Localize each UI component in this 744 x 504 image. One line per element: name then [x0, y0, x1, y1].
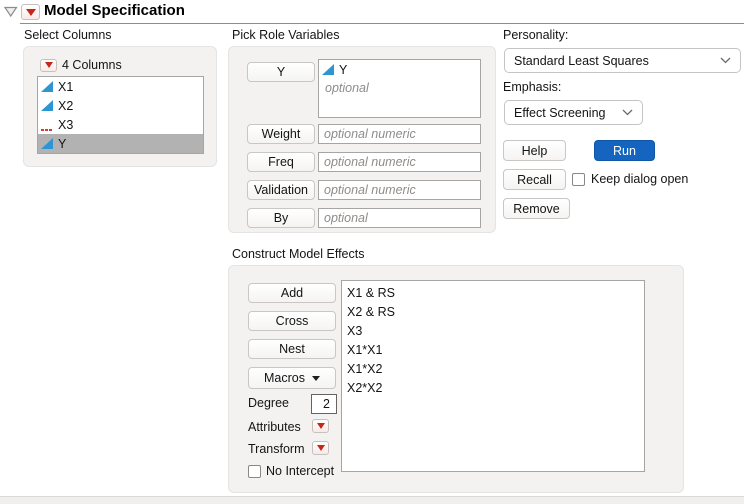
continuous-icon — [41, 80, 54, 93]
continuous-icon — [322, 63, 335, 76]
red-triangle-icon — [317, 423, 325, 429]
role-row: By — [247, 208, 481, 228]
attributes-menu-button[interactable] — [312, 419, 329, 433]
transform-label: Transform — [248, 442, 305, 456]
construct-model-effects-label: Construct Model Effects — [232, 247, 364, 261]
pick-role-variables-panel: Y Y optional Weight Freq Valid — [228, 46, 496, 233]
role-button[interactable]: Freq — [247, 152, 315, 172]
column-name: X2 — [58, 99, 73, 113]
construct-model-effects-panel: Add Cross Nest Macros Degree Attributes … — [228, 265, 684, 493]
column-item[interactable]: X3 — [38, 115, 203, 134]
red-triangle-icon — [317, 445, 325, 451]
run-button[interactable]: Run — [594, 140, 655, 161]
personality-select[interactable]: Standard Least Squares — [504, 48, 741, 73]
effect-item[interactable]: X1*X1 — [342, 340, 644, 359]
no-intercept-checkbox[interactable] — [248, 465, 261, 478]
columns-menu-button[interactable] — [40, 59, 57, 72]
role-button[interactable]: Validation — [247, 180, 315, 200]
degree-label: Degree — [248, 396, 289, 410]
keep-dialog-open-label: Keep dialog open — [591, 172, 688, 186]
columns-list[interactable]: X1 X2 X3 Y — [37, 76, 204, 154]
emphasis-value: Effect Screening — [514, 106, 606, 120]
column-name: X3 — [58, 118, 73, 132]
emphasis-label: Emphasis: — [503, 80, 561, 94]
role-button[interactable]: Weight — [247, 124, 315, 144]
personality-value: Standard Least Squares — [514, 54, 649, 68]
add-button[interactable]: Add — [248, 283, 336, 303]
effect-item[interactable]: X1 & RS — [342, 283, 644, 302]
column-item[interactable]: X2 — [38, 96, 203, 115]
y-role-value: Y — [339, 63, 347, 77]
column-item[interactable]: Y — [38, 134, 203, 153]
recall-button[interactable]: Recall — [503, 169, 566, 190]
column-name: Y — [58, 137, 66, 151]
effect-item[interactable]: X3 — [342, 321, 644, 340]
effect-name: X1 & RS — [347, 286, 395, 300]
red-triangle-icon — [26, 9, 36, 16]
role-input[interactable] — [318, 180, 481, 200]
y-role-placeholder: optional — [319, 79, 480, 96]
y-role-button[interactable]: Y — [247, 62, 315, 82]
effect-item[interactable]: X2*X2 — [342, 378, 644, 397]
emphasis-select[interactable]: Effect Screening — [504, 100, 643, 125]
page-title: Model Specification — [44, 2, 185, 19]
transform-menu-button[interactable] — [312, 441, 329, 455]
bottom-status-strip — [0, 496, 744, 504]
red-triangle-menu-button[interactable] — [21, 4, 40, 20]
chevron-down-icon — [720, 57, 731, 64]
role-input[interactable] — [318, 208, 481, 228]
continuous-icon — [41, 99, 54, 112]
role-button[interactable]: By — [247, 208, 315, 228]
effect-name: X1*X1 — [347, 343, 382, 357]
no-intercept-label: No Intercept — [266, 464, 334, 478]
chevron-down-icon — [622, 109, 633, 116]
columns-count-label: 4 Columns — [62, 58, 122, 72]
effect-item[interactable]: X2 & RS — [342, 302, 644, 321]
remove-button[interactable]: Remove — [503, 198, 570, 219]
select-columns-label: Select Columns — [24, 28, 112, 42]
pick-role-variables-label: Pick Role Variables — [232, 28, 339, 42]
help-button[interactable]: Help — [503, 140, 566, 161]
select-columns-panel: 4 Columns X1 X2 X3 — [23, 46, 217, 167]
caret-down-icon — [312, 376, 320, 381]
macros-button[interactable]: Macros — [248, 367, 336, 389]
outline-disclosure-icon[interactable] — [4, 6, 18, 21]
nest-button[interactable]: Nest — [248, 339, 336, 359]
attributes-label: Attributes — [248, 420, 301, 434]
red-triangle-icon — [45, 62, 53, 68]
role-row: Validation — [247, 180, 481, 200]
degree-input[interactable] — [311, 394, 337, 414]
continuous-icon — [41, 137, 54, 150]
macros-label: Macros — [264, 371, 305, 385]
effect-name: X2 & RS — [347, 305, 395, 319]
effect-name: X2*X2 — [347, 381, 382, 395]
nominal-icon — [41, 118, 54, 131]
header-divider — [20, 23, 744, 24]
y-role-entry[interactable]: Y — [319, 60, 480, 79]
y-role-box[interactable]: Y optional — [318, 59, 481, 118]
effect-item[interactable]: X1*X2 — [342, 359, 644, 378]
column-name: X1 — [58, 80, 73, 94]
effects-list[interactable]: X1 & RS X2 & RS X3 X1*X1 X1*X2 — [341, 280, 645, 472]
role-row: Freq — [247, 152, 481, 172]
column-item[interactable]: X1 — [38, 77, 203, 96]
effect-name: X1*X2 — [347, 362, 382, 376]
model-specification-dialog: Model Specification Select Columns 4 Col… — [0, 0, 744, 504]
role-input[interactable] — [318, 152, 481, 172]
effect-name: X3 — [347, 324, 362, 338]
keep-dialog-open-checkbox[interactable] — [572, 173, 585, 186]
role-row: Weight — [247, 124, 481, 144]
personality-label: Personality: — [503, 28, 568, 42]
role-input[interactable] — [318, 124, 481, 144]
cross-button[interactable]: Cross — [248, 311, 336, 331]
